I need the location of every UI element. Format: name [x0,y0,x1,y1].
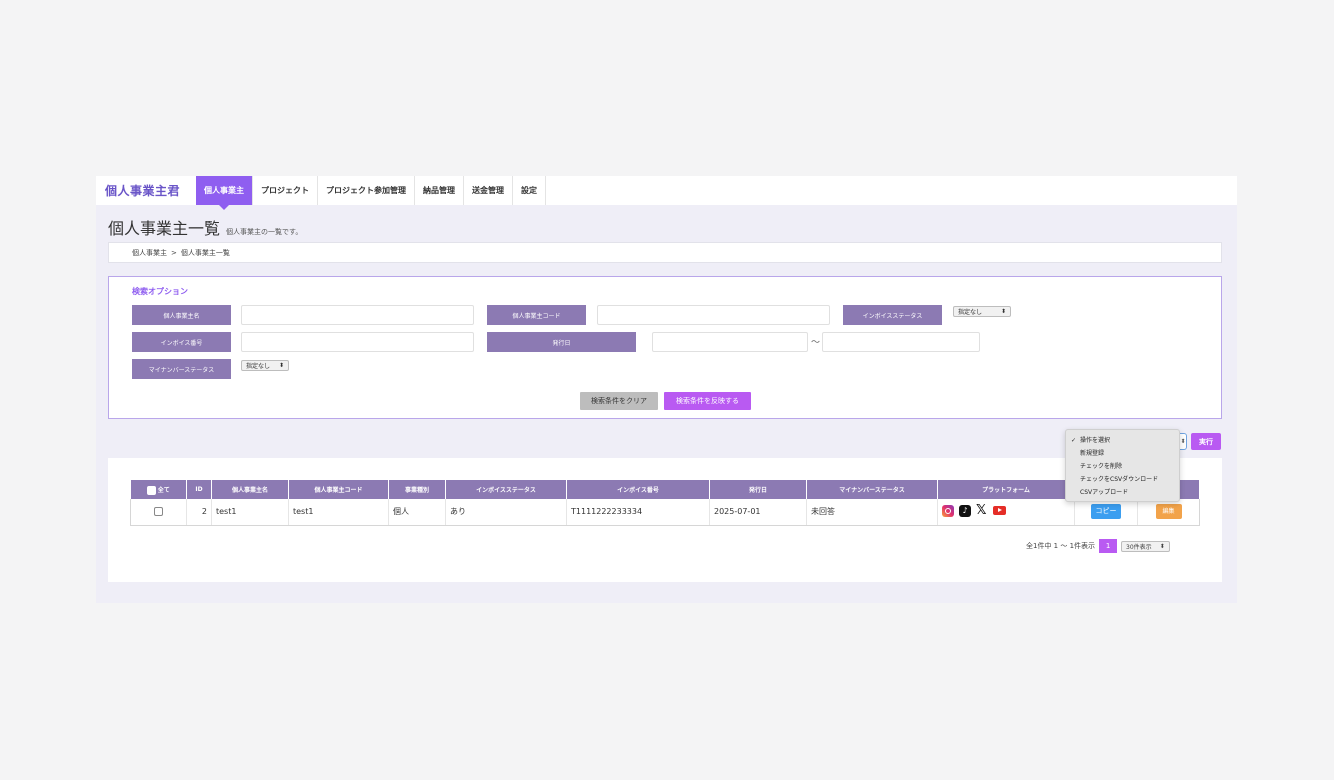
page-subtitle: 個人事業主の一覧です。 [226,228,303,236]
header-platform: プラットフォーム [937,480,1075,499]
apply-search-button[interactable]: 検索条件を反映する [664,392,751,410]
label-mynumber-status: マイナンバーステータス [132,359,231,379]
page-title-text: 個人事業主一覧 [108,219,221,238]
issue-date-to-input[interactable] [822,332,980,352]
label-invoice-status: インボイスステータス [843,305,942,325]
invoice-status-select[interactable]: 指定なし ⬍ [953,306,1011,317]
code-input[interactable] [597,305,830,325]
range-separator: 〜 [811,338,821,348]
cell-code: test1 [288,499,389,526]
invoice-status-value: 指定なし [958,309,983,316]
cell-invoice-status: あり [445,499,567,526]
nav-item-delivery[interactable]: 納品管理 [415,176,464,205]
table-row: 2 test1 test1 個人 あり T1111222233334 2025-… [130,499,1200,526]
cell-edit: 編集 [1137,499,1200,526]
cell-id: 2 [186,499,212,526]
menu-item-csv-upload[interactable]: CSVアップロード [1066,486,1179,499]
cell-copy: コピー [1074,499,1138,526]
label-issue-date: 発行日 [487,332,636,352]
row-checkbox[interactable] [154,507,163,517]
top-navigation: 個人事業主君 個人事業主 プロジェクト プロジェクト参加管理 納品管理 送金管理… [96,176,1237,210]
header-mynumber-status: マイナンバーステータス [806,480,938,499]
execute-button[interactable]: 実行 [1191,433,1221,450]
action-select-arrow-icon[interactable]: ⬍ [1180,433,1187,450]
menu-item-label: 操作を選択 [1080,437,1111,444]
select-all-checkbox[interactable] [146,485,156,495]
menu-item-select-action[interactable]: ✓ 操作を選択 [1066,434,1179,447]
edit-button[interactable]: 編集 [1155,504,1182,520]
pagination: 全1件中 1 〜 1件表示 1 30件表示 ⬍ [1026,539,1170,553]
menu-item-new[interactable]: 新規登録 [1066,447,1179,460]
header-invoice-status: インボイスステータス [445,480,567,499]
cell-issue-date: 2025-07-01 [709,499,807,526]
action-dropdown-menu[interactable]: ✓ 操作を選択 新規登録 チェックを削除 チェックをCSVダウンロード CSVア… [1065,429,1180,502]
page-number-button[interactable]: 1 [1099,539,1118,553]
search-heading: 検索オプション [132,287,188,296]
header-select-all[interactable]: 全て [130,480,187,499]
brand-logo[interactable]: 個人事業主君 [96,176,196,205]
table-header-row: 全て ID 個人事業主名 個人事業主コード 事業種別 インボイスステータス イン… [130,480,1200,499]
mynumber-status-select[interactable]: 指定なし ⬍ [241,360,289,371]
youtube-icon[interactable] [993,506,1006,516]
header-type: 事業種別 [388,480,446,499]
cell-invoice-number: T1111222233334 [566,499,710,526]
breadcrumb-root[interactable]: 個人事業主 [132,248,167,258]
per-page-select[interactable]: 30件表示 ⬍ [1121,540,1170,552]
nav-item-remittance[interactable]: 送金管理 [464,176,513,205]
clear-search-button[interactable]: 検索条件をクリア [580,392,658,410]
nav-item-project-participation[interactable]: プロジェクト参加管理 [318,176,415,205]
search-options-panel: 検索オプション 個人事業主名 個人事業主コード インボイスステータス 指定なし … [108,276,1222,419]
pagination-summary: 全1件中 1 〜 1件表示 [1026,542,1096,550]
label-invoice-number: インボイス番号 [132,332,231,352]
check-icon: ✓ [1071,437,1077,444]
page-title: 個人事業主一覧 個人事業主の一覧です。 [108,215,302,239]
breadcrumb: 個人事業主 > 個人事業主一覧 [108,242,1222,263]
row-checkbox-cell [130,499,187,526]
cell-name: test1 [211,499,289,526]
results-panel: 全て ID 個人事業主名 個人事業主コード 事業種別 インボイスステータス イン… [108,458,1222,582]
copy-button[interactable]: コピー [1091,504,1121,520]
mynumber-status-value: 指定なし [246,363,271,370]
results-table: 全て ID 個人事業主名 個人事業主コード 事業種別 インボイスステータス イン… [130,480,1200,526]
per-page-value: 30件表示 [1126,543,1152,551]
header-id: ID [186,480,212,499]
invoice-number-input[interactable] [241,332,474,352]
header-code: 個人事業主コード [288,480,389,499]
issue-date-from-input[interactable] [652,332,808,352]
cell-platform: ♪ 𝕏 [937,499,1075,526]
menu-item-delete-checked[interactable]: チェックを削除 [1066,460,1179,473]
breadcrumb-current: 個人事業主一覧 [180,248,230,257]
nav-item-settings[interactable]: 設定 [513,176,546,205]
label-code: 個人事業主コード [487,305,586,325]
menu-item-csv-download[interactable]: チェックをCSVダウンロード [1066,473,1179,486]
tiktok-icon[interactable]: ♪ [959,504,971,517]
select-arrow-icon: ⬍ [1159,542,1165,550]
header-name: 個人事業主名 [211,480,289,499]
breadcrumb-separator: > [171,248,177,257]
name-input[interactable] [241,305,474,325]
cell-mynumber-status: 未回答 [806,499,938,526]
header-issue-date: 発行日 [709,480,807,499]
nav-item-projects[interactable]: プロジェクト [253,176,318,205]
cell-type: 個人 [388,499,446,526]
select-arrow-icon: ⬍ [1000,308,1006,315]
header-invoice-number: インボイス番号 [566,480,710,499]
x-icon[interactable]: 𝕏 [976,504,988,517]
nav-item-sole-proprietors[interactable]: 個人事業主 [196,176,253,210]
select-arrow-icon: ⬍ [278,362,284,369]
label-name: 個人事業主名 [132,305,231,325]
instagram-icon[interactable] [942,504,954,517]
app-frame: 個人事業主君 個人事業主 プロジェクト プロジェクト参加管理 納品管理 送金管理… [96,176,1237,603]
